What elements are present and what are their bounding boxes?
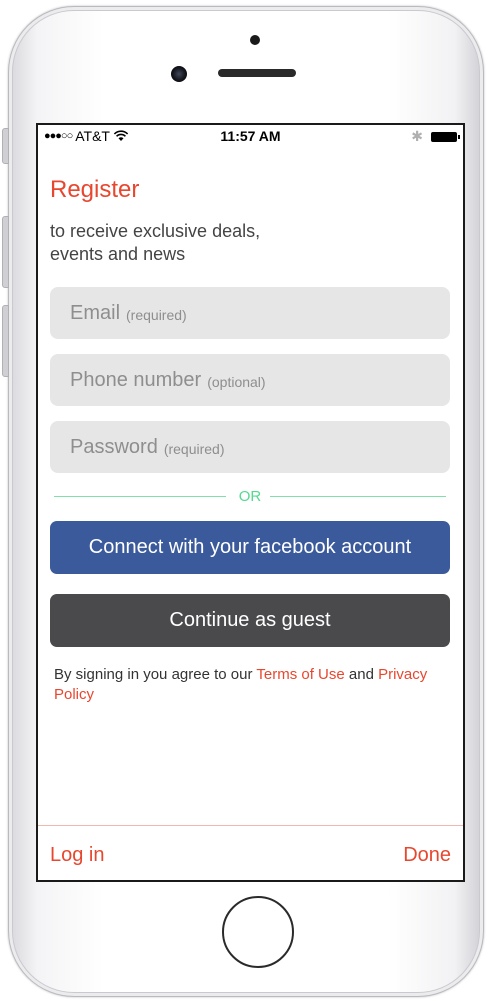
terms-and: and — [344, 666, 379, 683]
earpiece-speaker — [218, 69, 296, 77]
page-title: Register — [50, 176, 140, 203]
password-field[interactable]: Password (required) — [50, 421, 450, 473]
home-button[interactable] — [222, 896, 294, 968]
volume-up-button — [2, 216, 9, 288]
or-divider: OR — [54, 488, 446, 505]
terms-prefix: By signing in you agree to our — [54, 666, 257, 683]
phone-hint: (optional) — [207, 374, 266, 390]
continue-as-guest-button[interactable]: Continue as guest — [50, 594, 450, 647]
bottom-bar: Log in Done — [38, 825, 463, 880]
login-button[interactable]: Log in — [50, 844, 105, 867]
bluetooth-icon: ✱ — [411, 128, 423, 144]
done-button[interactable]: Done — [403, 844, 451, 867]
terms-of-use-link[interactable]: Terms of Use — [256, 666, 344, 683]
status-bar: ●●●○○ AT&T 11:57 AM ✱ — [38, 125, 463, 147]
password-hint: (required) — [163, 441, 225, 457]
proximity-sensor — [250, 35, 260, 45]
volume-down-button — [2, 305, 9, 377]
facebook-connect-button[interactable]: Connect with your facebook account — [50, 521, 450, 574]
email-field[interactable]: Email (required) — [50, 287, 450, 339]
page-subtitle: to receive exclusive deals, events and n… — [50, 221, 261, 264]
front-camera — [171, 66, 187, 82]
email-hint: (required) — [126, 307, 187, 323]
password-placeholder: Password — [70, 435, 158, 458]
status-time: 11:57 AM — [220, 128, 281, 144]
mute-switch — [2, 128, 9, 164]
terms-notice: By signing in you agree to our Terms of … — [54, 665, 450, 705]
app-screen: ●●●○○ AT&T 11:57 AM ✱ Register to receiv… — [36, 123, 465, 882]
phone-placeholder: Phone number — [70, 368, 202, 391]
battery-icon — [431, 131, 460, 142]
phone-field[interactable]: Phone number (optional) — [50, 354, 450, 406]
email-placeholder: Email — [70, 301, 121, 324]
divider-line-right — [270, 496, 446, 497]
